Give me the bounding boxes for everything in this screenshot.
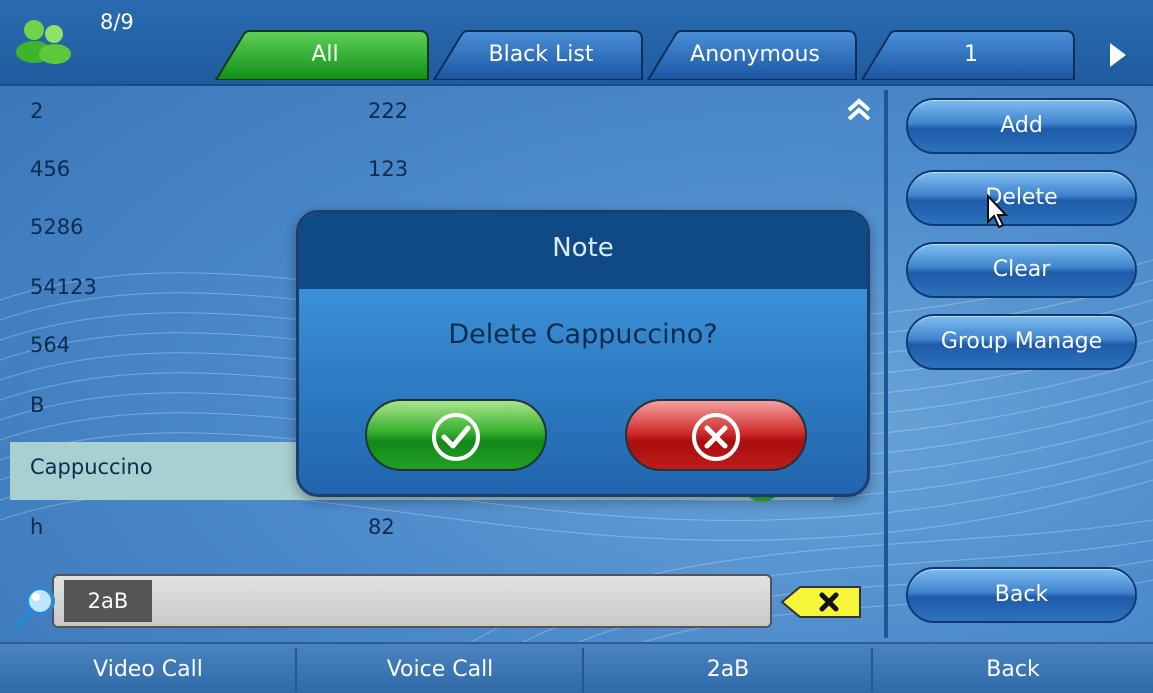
back-softkey[interactable]: Back — [873, 644, 1153, 693]
contact-name: 456 — [30, 157, 71, 181]
check-icon — [432, 413, 480, 461]
list-item[interactable]: 456 123 — [10, 144, 833, 202]
contact-number: 82 — [368, 515, 395, 539]
contact-name: 2 — [30, 99, 44, 123]
confirm-button[interactable] — [365, 399, 547, 471]
clear-button[interactable]: Clear — [906, 242, 1137, 298]
cancel-icon — [692, 413, 740, 461]
tab-1-label: 1 — [964, 42, 978, 67]
tab-1[interactable]: 1 — [860, 30, 1082, 80]
softkey-bar: Video Call Voice Call 2aB Back — [0, 642, 1153, 693]
search-input[interactable]: 2aB — [52, 574, 772, 628]
contact-name: 54123 — [30, 275, 97, 299]
contact-number: 123 — [368, 157, 409, 181]
mouse-cursor-icon — [987, 194, 1009, 229]
next-arrow-icon[interactable] — [1108, 42, 1128, 68]
dialog-title: Note — [299, 213, 867, 289]
tab-bar: 8/9 All Black List Anonymous 1 — [0, 0, 1153, 86]
tab-all-label: All — [311, 42, 339, 67]
voice-call-softkey[interactable]: Voice Call — [297, 644, 583, 693]
cancel-button[interactable] — [625, 399, 807, 471]
scroll-up-icon[interactable] — [846, 98, 872, 122]
contact-number: 222 — [368, 99, 409, 123]
tab-black-list[interactable]: Black List — [432, 30, 650, 80]
clear-input-icon[interactable] — [780, 585, 862, 619]
input-mode-softkey[interactable]: 2aB — [584, 644, 872, 693]
contact-name: Cappuccino — [30, 455, 153, 479]
tab-all[interactable]: All — [214, 30, 436, 80]
phone-screen: 8/9 All Black List Anonymous 1 2 222 456… — [0, 0, 1153, 693]
search-icon — [12, 586, 55, 629]
contact-name: h — [30, 515, 44, 539]
tab-black-list-label: Black List — [488, 42, 594, 67]
list-item[interactable]: h 82 — [10, 502, 833, 560]
add-button[interactable]: Add — [906, 98, 1137, 154]
contact-name: 564 — [30, 333, 71, 357]
contact-name: B — [30, 393, 45, 417]
tab-anonymous-label: Anonymous — [690, 42, 820, 67]
list-item[interactable]: 2 222 — [10, 86, 833, 144]
contact-count: 8/9 — [100, 10, 134, 34]
contacts-icon — [16, 20, 71, 64]
group-manage-button[interactable]: Group Manage — [906, 314, 1137, 370]
contact-name: 5286 — [30, 215, 84, 239]
search-value: 2aB — [64, 580, 152, 622]
back-button[interactable]: Back — [906, 567, 1137, 623]
delete-confirm-dialog: Note Delete Cappuccino? — [296, 210, 870, 497]
delete-button[interactable]: Delete — [906, 170, 1137, 226]
video-call-softkey[interactable]: Video Call — [0, 644, 296, 693]
dialog-message: Delete Cappuccino? — [448, 319, 718, 350]
tab-anonymous[interactable]: Anonymous — [646, 30, 864, 80]
panel-divider — [884, 90, 888, 638]
